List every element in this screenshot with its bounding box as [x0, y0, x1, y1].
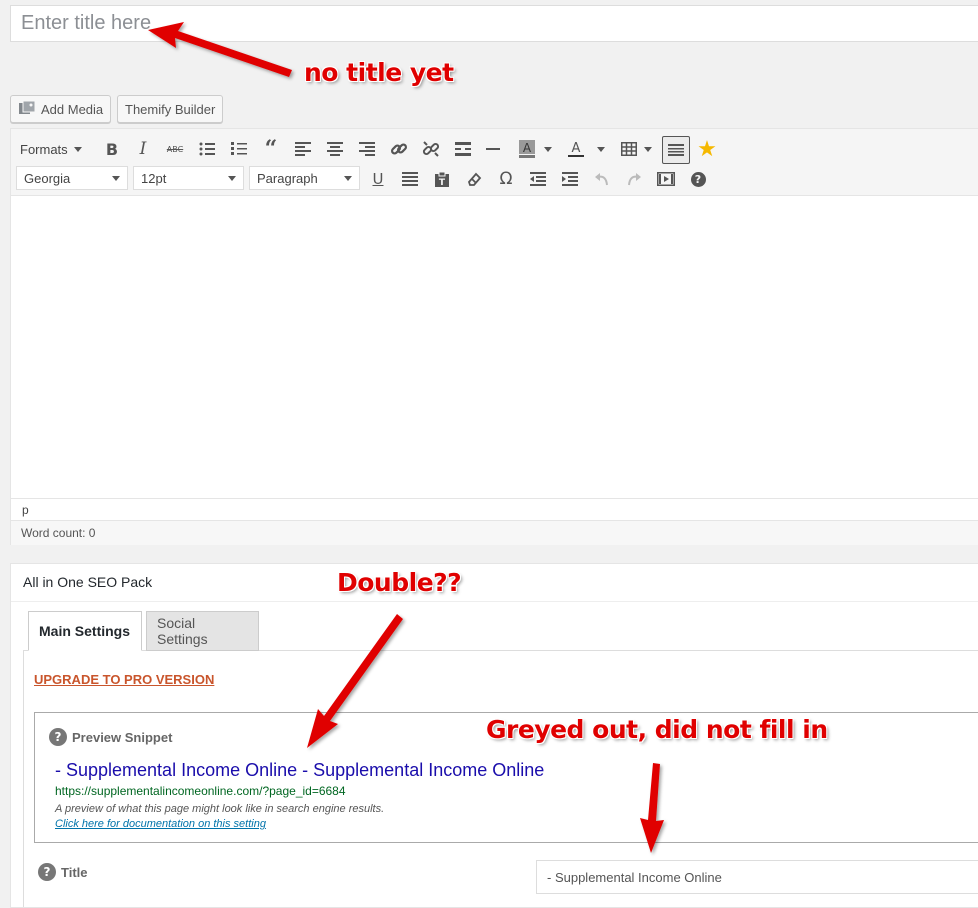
chevron-down-icon	[112, 175, 120, 181]
align-left-icon[interactable]	[290, 136, 316, 162]
block-format-value: Paragraph	[257, 170, 318, 186]
star-icon[interactable]: ★	[694, 136, 720, 162]
italic-icon[interactable]: I	[130, 136, 156, 162]
seo-title-label-text: Title	[61, 864, 88, 880]
numbered-list-icon[interactable]	[226, 136, 252, 162]
table-icon[interactable]	[616, 136, 642, 162]
font-family-select[interactable]: Georgia	[16, 166, 128, 190]
text-color-chevron-icon[interactable]	[594, 136, 608, 162]
background-color-chevron-icon[interactable]	[541, 136, 555, 162]
editor-content-area[interactable]	[11, 196, 978, 496]
add-media-icon	[18, 100, 36, 119]
font-family-value: Georgia	[24, 170, 71, 186]
special-character-icon[interactable]: Ω	[493, 166, 519, 192]
read-more-icon[interactable]	[450, 136, 476, 162]
redo-icon[interactable]	[621, 166, 647, 192]
font-size-select[interactable]: 12pt	[133, 166, 244, 190]
font-size-value: 12pt	[141, 170, 167, 186]
table-chevron-icon[interactable]	[641, 136, 655, 162]
themify-builder-button[interactable]: Themify Builder	[117, 95, 224, 123]
seo-box-title[interactable]: All in One SEO Pack	[11, 564, 978, 602]
align-right-icon[interactable]	[354, 136, 380, 162]
background-color-icon[interactable]: A	[514, 136, 540, 162]
seo-title-label: ? Title	[38, 863, 88, 881]
snippet-title: - Supplemental Income Online - Supplemen…	[55, 760, 545, 780]
paste-text-icon[interactable]: T	[429, 166, 455, 192]
align-center-icon[interactable]	[322, 136, 348, 162]
editor-toolbar: Formats B I ABC “ A A ★ Georgia 12pt Par…	[11, 129, 978, 196]
add-media-button[interactable]: Add Media	[10, 95, 112, 123]
unlink-icon[interactable]	[418, 136, 444, 162]
link-icon[interactable]	[386, 136, 412, 162]
svg-text:T: T	[439, 178, 446, 187]
horizontal-line-icon[interactable]	[481, 136, 507, 162]
element-path[interactable]: p	[11, 498, 978, 520]
word-count: Word count: 0	[11, 520, 978, 545]
underline-icon[interactable]: U	[365, 166, 391, 192]
annotation-greyed-out: Greyed out, did not fill in	[486, 715, 828, 744]
bullet-list-icon[interactable]	[194, 136, 220, 162]
upgrade-pro-link[interactable]: UPGRADE TO PRO VERSION	[34, 672, 214, 687]
snippet-description: A preview of what this page might look l…	[55, 803, 385, 815]
block-format-select[interactable]: Paragraph	[249, 166, 360, 190]
chevron-down-icon	[73, 146, 82, 152]
chevron-down-icon	[228, 175, 236, 181]
help-icon[interactable]: ?	[49, 728, 67, 746]
seo-title-input[interactable]	[536, 860, 978, 894]
preview-snippet-text: Preview Snippet	[72, 729, 173, 745]
content-editor: Formats B I ABC “ A A ★ Georgia 12pt Par…	[10, 128, 978, 545]
clear-formatting-icon[interactable]	[461, 166, 487, 192]
outdent-icon[interactable]	[525, 166, 551, 192]
formats-label: Formats	[20, 141, 68, 157]
text-color-icon[interactable]: A	[563, 136, 589, 162]
themify-builder-label: Themify Builder	[125, 101, 216, 117]
indent-icon[interactable]	[557, 166, 583, 192]
tab-social-settings[interactable]: Social Settings	[146, 611, 259, 651]
snippet-url: https://supplementalincomeonline.com/?pa…	[55, 784, 346, 798]
add-media-label: Add Media	[41, 101, 104, 117]
undo-icon[interactable]	[589, 166, 615, 192]
strikethrough-icon[interactable]: ABC	[162, 136, 188, 162]
media-icon[interactable]	[653, 166, 679, 192]
toolbar-toggle-icon[interactable]	[662, 136, 690, 164]
bold-icon[interactable]: B	[99, 136, 125, 162]
formats-dropdown[interactable]: Formats	[16, 136, 86, 162]
justify-icon[interactable]	[397, 166, 423, 192]
preview-snippet-label: ? Preview Snippet	[49, 728, 172, 746]
documentation-link[interactable]: Click here for documentation on this set…	[55, 818, 266, 830]
tab-main-settings[interactable]: Main Settings	[28, 611, 142, 651]
help-icon[interactable]: ?	[685, 166, 711, 192]
svg-text:A: A	[572, 141, 581, 156]
help-icon[interactable]: ?	[38, 863, 56, 881]
chevron-down-icon	[344, 175, 352, 181]
annotation-no-title: no title yet	[304, 58, 454, 87]
blockquote-icon[interactable]: “	[258, 136, 284, 162]
svg-text:A: A	[523, 141, 532, 155]
post-title-input[interactable]	[10, 5, 978, 42]
annotation-double: Double??	[337, 568, 462, 597]
